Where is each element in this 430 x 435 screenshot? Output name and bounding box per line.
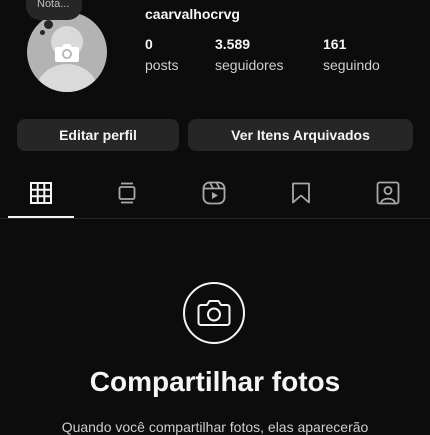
- edit-profile-button[interactable]: Editar perfil: [17, 119, 179, 151]
- camera-icon: [55, 44, 79, 62]
- empty-state-title: Compartilhar fotos: [89, 366, 341, 397]
- avatar[interactable]: [27, 12, 107, 92]
- camera-icon: [197, 300, 231, 326]
- tab-reels[interactable]: [171, 168, 257, 218]
- following-count: 161: [323, 36, 347, 52]
- stat-posts[interactable]: 0 posts: [145, 36, 178, 73]
- tabs-divider: [0, 218, 430, 219]
- note-bubble-tail: [44, 20, 53, 29]
- following-label: seguindo: [323, 57, 380, 73]
- tab-tagged[interactable]: [345, 168, 430, 218]
- feed-icon: [118, 182, 136, 204]
- posts-count: 0: [145, 36, 153, 52]
- profile-username: caarvalhocrvg: [145, 6, 240, 22]
- archived-items-button[interactable]: Ver Itens Arquivados: [188, 119, 413, 151]
- note-bubble[interactable]: Nota...: [26, 0, 82, 20]
- followers-label: seguidores: [215, 57, 284, 73]
- empty-state-icon-circle: [183, 282, 245, 344]
- note-placeholder: Nota...: [37, 0, 70, 10]
- tab-saved[interactable]: [258, 168, 344, 218]
- posts-label: posts: [145, 57, 179, 73]
- tab-feed[interactable]: [84, 168, 170, 218]
- followers-count: 3.589: [215, 36, 251, 52]
- note-bubble-tail-small: [40, 30, 45, 35]
- grid-icon: [30, 182, 52, 204]
- stat-followers[interactable]: 3.589 seguidores: [215, 36, 284, 73]
- empty-state-subtitle: Quando você compartilhar fotos, elas apa…: [61, 419, 369, 435]
- tagged-icon: [376, 181, 400, 205]
- bookmark-icon: [292, 182, 310, 204]
- tab-grid[interactable]: [0, 168, 84, 218]
- reels-icon: [202, 181, 226, 205]
- stat-following[interactable]: 161 seguindo: [323, 36, 380, 73]
